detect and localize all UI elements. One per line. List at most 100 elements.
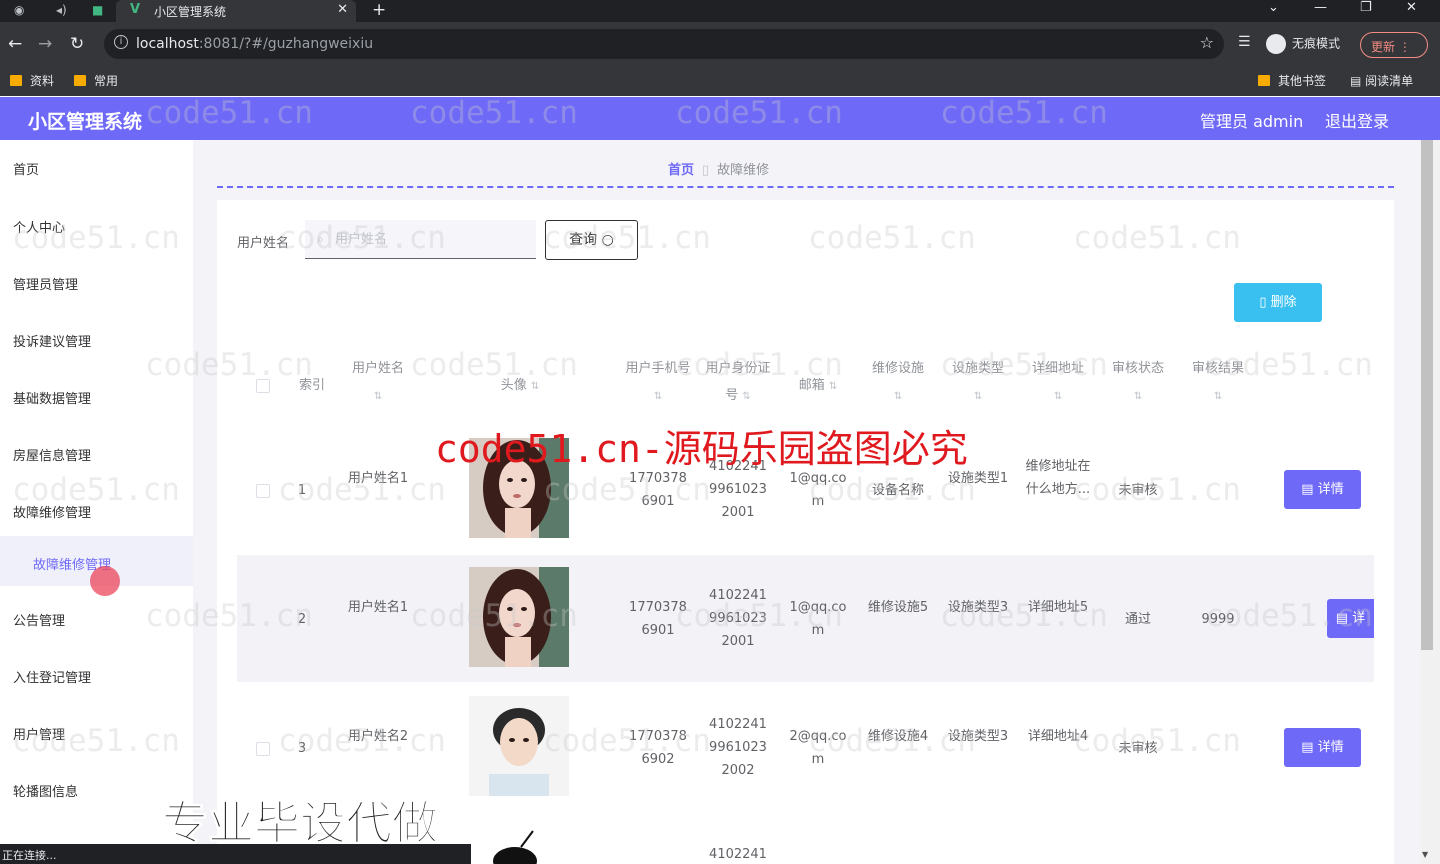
maximize-icon[interactable]: ❐	[1360, 0, 1372, 15]
column-header-idcard[interactable]: 用户身份证号 ⇅	[705, 355, 771, 410]
sort-icon[interactable]: ⇅	[374, 391, 382, 402]
column-header-avatar[interactable]: 头像 ⇅	[470, 372, 570, 400]
sort-icon[interactable]: ⇅	[894, 391, 902, 402]
browser-status: 正在连接...	[0, 844, 471, 864]
window-close-icon[interactable]: ✕	[1406, 0, 1417, 15]
back-icon[interactable]: ←	[8, 34, 22, 54]
reload-icon[interactable]: ↻	[70, 34, 84, 54]
detail-button[interactable]: ▤ 详	[1327, 599, 1374, 638]
reading-list-icon[interactable]: ☰	[1238, 34, 1251, 50]
avatar	[469, 438, 569, 538]
document-icon: ▤	[1301, 740, 1314, 755]
sort-icon[interactable]: ⇅	[1134, 391, 1142, 402]
column-header-audit-status[interactable]: 审核状态 ⇅	[1105, 355, 1171, 410]
row-checkbox[interactable]	[256, 742, 270, 756]
column-header-index[interactable]: 索引	[292, 372, 332, 399]
sort-icon[interactable]: ⇅	[829, 381, 837, 392]
scroll-down-icon[interactable]: ▼	[1422, 850, 1428, 859]
browser-tab-bar: ◉ ◂) ■ V 小区管理系统 ✕ + ⌄ — ❐ ✕	[0, 0, 1440, 22]
column-header-address[interactable]: 详细地址 ⇅	[1025, 355, 1091, 410]
sidebar-item-repairs[interactable]: 故障维修管理	[13, 502, 91, 521]
sidebar-item-houses[interactable]: 房屋信息管理	[13, 445, 91, 464]
speaker-icon[interactable]: ◂)	[56, 3, 67, 17]
url-input[interactable]: i localhost:8081/?#/guzhangweixiu ☆	[104, 29, 1224, 59]
cell-audit-result: 9999	[1201, 612, 1235, 627]
browser-icon[interactable]: ◉	[14, 3, 24, 17]
cell-address: 详细地址5	[1027, 600, 1089, 615]
cell-facility: 设备名称	[871, 483, 924, 498]
app-title: 小区管理系统	[28, 111, 143, 133]
cell-index: 1	[297, 483, 307, 498]
cell-address: 详细地址4	[1027, 729, 1089, 744]
avatar	[469, 696, 569, 796]
column-header-name[interactable]: 用户姓名 ⇅	[340, 355, 416, 410]
avatar	[469, 567, 569, 667]
incognito-icon	[1266, 34, 1286, 54]
browser-tab[interactable]: V 小区管理系统 ✕	[116, 0, 356, 22]
minimize-icon[interactable]: —	[1314, 0, 1327, 15]
address-bar: ← → ↻ i localhost:8081/?#/guzhangweixiu …	[0, 22, 1440, 68]
column-header-facility[interactable]: 维修设施 ⇅	[865, 355, 931, 410]
breadcrumb-home[interactable]: 首页	[668, 163, 694, 178]
cell-type: 设施类型1	[947, 471, 1009, 486]
sidebar-item-admins[interactable]: 管理员管理	[13, 274, 78, 293]
sort-icon[interactable]: ⇅	[531, 381, 539, 392]
delete-button[interactable]: ▯ 删除	[1234, 283, 1322, 322]
sidebar-item-notices[interactable]: 公告管理	[13, 610, 65, 629]
close-icon[interactable]: ✕	[337, 2, 348, 17]
folder-icon	[74, 75, 86, 86]
cell-phone: 17703786901	[629, 600, 687, 638]
chevron-down-icon[interactable]: ⌄	[1268, 0, 1279, 15]
tab-title: 小区管理系统	[154, 5, 227, 19]
info-icon[interactable]: i	[114, 35, 128, 49]
bookmark-folder[interactable]: 常用	[74, 72, 118, 89]
sort-icon[interactable]: ⇅	[742, 391, 750, 402]
sort-icon[interactable]: ⇅	[1214, 391, 1222, 402]
update-button[interactable]: 更新 ⋮	[1360, 32, 1428, 58]
sidebar-item-users[interactable]: 用户管理	[13, 724, 65, 743]
row-checkbox[interactable]	[256, 484, 270, 498]
column-header-phone[interactable]: 用户手机号 ⇅	[625, 355, 691, 410]
cell-index: 3	[297, 741, 307, 756]
scrollbar-thumb[interactable]	[1421, 140, 1433, 650]
search-icon: ⌕	[317, 232, 324, 246]
cell-idcard: 410224199610232001	[709, 588, 767, 649]
detail-button[interactable]: ▤ 详情	[1284, 728, 1361, 767]
sidebar-item-profile[interactable]: 个人中心	[13, 217, 65, 236]
cell-index: 2	[297, 612, 307, 627]
detail-button[interactable]: ▤ 详情	[1284, 470, 1361, 509]
cell-idcard: 4102241	[709, 847, 767, 862]
sort-icon[interactable]: ⇅	[654, 391, 662, 402]
sidebar-item-home[interactable]: 首页	[13, 159, 39, 178]
sort-icon[interactable]: ⇅	[974, 391, 982, 402]
logout-link[interactable]: 退出登录	[1325, 108, 1389, 132]
sidebar-item-complaints[interactable]: 投诉建议管理	[13, 331, 91, 350]
select-all-checkbox[interactable]	[256, 379, 270, 393]
forward-icon[interactable]: →	[38, 34, 52, 54]
url-path: :8081/?#/guzhangweixiu	[198, 36, 374, 52]
cell-idcard: 410224199610232002	[709, 717, 767, 778]
bookmark-folder[interactable]: 资料	[10, 72, 54, 89]
sidebar-item-checkin[interactable]: 入住登记管理	[13, 667, 91, 686]
incognito-indicator[interactable]: 无痕模式	[1266, 34, 1340, 54]
bookmark-folder-other[interactable]: 其他书签	[1258, 72, 1326, 89]
app-tab-icon[interactable]: ■	[92, 3, 103, 17]
search-input[interactable]	[305, 220, 536, 259]
trash-icon: ▯	[1259, 295, 1267, 310]
new-tab-icon[interactable]: +	[372, 0, 386, 20]
search-icon: ○	[601, 232, 614, 248]
reading-list[interactable]: ▤ 阅读清单	[1350, 72, 1413, 89]
column-header-audit-result[interactable]: 审核结果 ⇅	[1185, 355, 1251, 410]
cell-audit-status: 未审核	[1118, 483, 1158, 498]
current-user: 管理员 admin	[1200, 112, 1304, 131]
sidebar-item-base-data[interactable]: 基础数据管理	[13, 388, 91, 407]
page-scrollbar[interactable]	[1420, 140, 1440, 864]
bookmark-star-icon[interactable]: ☆	[1200, 33, 1214, 52]
column-header-email[interactable]: 邮箱 ⇅	[788, 372, 848, 400]
sidebar-item-carousel[interactable]: 轮播图信息	[13, 781, 78, 800]
cell-facility: 维修设施5	[867, 600, 929, 615]
query-button[interactable]: 查询 ○	[545, 220, 638, 260]
column-header-type[interactable]: 设施类型 ⇅	[945, 355, 1011, 410]
cell-type: 设施类型3	[947, 600, 1009, 615]
sort-icon[interactable]: ⇅	[1054, 391, 1062, 402]
